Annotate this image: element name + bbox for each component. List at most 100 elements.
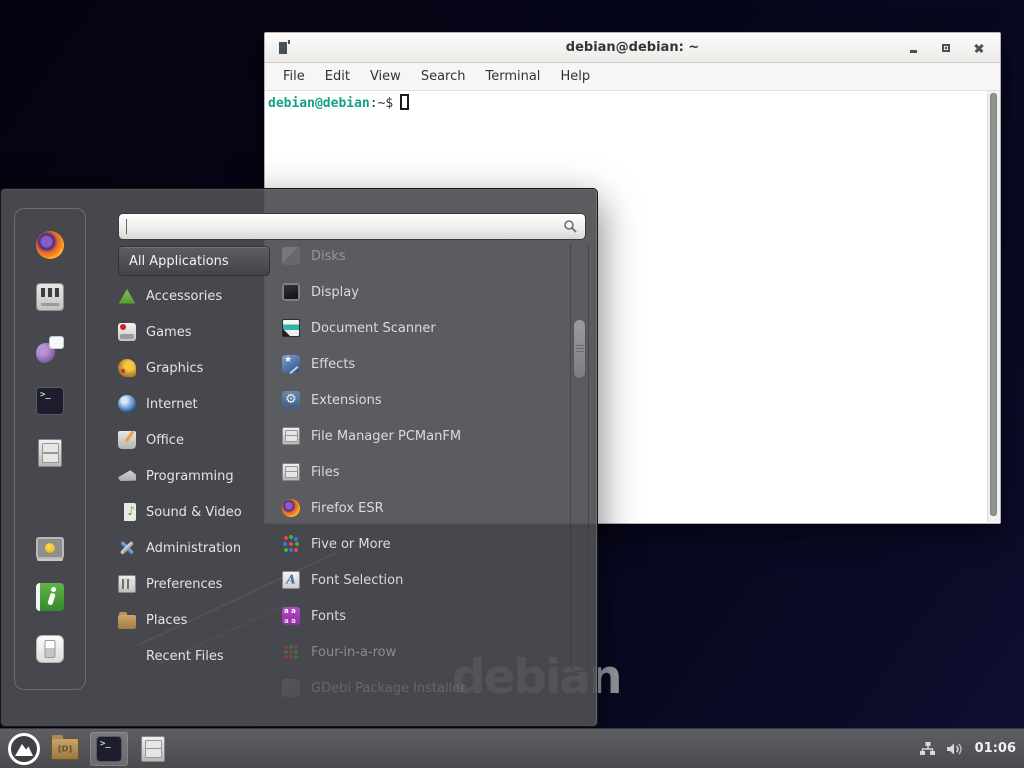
category-label: Games: [146, 325, 191, 340]
terminal-scrollbar-thumb[interactable]: [990, 93, 997, 516]
category-icon: [118, 395, 136, 413]
pidgin-favorite-icon[interactable]: [36, 335, 64, 363]
terminal-menu-item[interactable]: File: [273, 63, 315, 91]
network-icon[interactable]: [919, 741, 936, 757]
category-item[interactable]: Graphics: [118, 350, 270, 386]
app-icon: [282, 247, 300, 265]
category-label: Programming: [146, 469, 234, 484]
text-caret: [126, 219, 127, 234]
app-icon: [282, 391, 300, 409]
terminal-menu-item[interactable]: Terminal: [475, 63, 550, 91]
lock-screen-icon[interactable]: [36, 537, 64, 559]
category-item[interactable]: Recent Files: [118, 638, 270, 674]
app-label: Five or More: [311, 537, 391, 552]
category-icon: [118, 323, 136, 341]
all-applications-button[interactable]: All Applications: [118, 246, 270, 276]
app-item[interactable]: Four-in-a-row: [282, 634, 560, 670]
application-menu: All Applications Accessories Games Graph…: [0, 188, 598, 727]
category-item[interactable]: Programming: [118, 458, 270, 494]
category-icon: [118, 287, 136, 305]
app-item[interactable]: Document Scanner: [282, 310, 560, 346]
terminal-window-icon: [279, 42, 287, 54]
app-item[interactable]: GDebi Package Installer: [282, 670, 560, 706]
app-label: GDebi Package Installer: [311, 681, 466, 696]
volume-icon[interactable]: [946, 741, 965, 757]
terminal-menu-item[interactable]: Search: [411, 63, 476, 91]
app-icon: [282, 427, 300, 445]
app-item[interactable]: Five or More: [282, 526, 560, 562]
app-label: Four-in-a-row: [311, 645, 396, 660]
category-label: Internet: [146, 397, 198, 412]
terminal-launcher-icon[interactable]: [90, 732, 128, 766]
category-label: Places: [146, 613, 187, 628]
files-favorite-icon[interactable]: [38, 439, 62, 467]
app-label: Font Selection: [311, 573, 403, 588]
category-item[interactable]: Preferences: [118, 566, 270, 602]
menu-scrollbar-thumb[interactable]: [573, 319, 586, 379]
app-item[interactable]: Display: [282, 274, 560, 310]
terminal-titlebar[interactable]: debian@debian: ~: [265, 33, 1000, 63]
category-item[interactable]: Sound & Video: [118, 494, 270, 530]
app-label: Fonts: [311, 609, 346, 624]
app-item[interactable]: Effects: [282, 346, 560, 382]
app-icon: [282, 643, 300, 661]
app-icon: [282, 679, 300, 697]
application-list: Disks Display Document Scanner Effects E…: [282, 238, 560, 706]
category-icon: [118, 467, 136, 485]
shutdown-icon[interactable]: [36, 635, 64, 663]
search-icon: [563, 219, 578, 234]
category-label: Accessories: [146, 289, 222, 304]
category-item[interactable]: Games: [118, 314, 270, 350]
app-item[interactable]: Disks: [282, 238, 560, 274]
terminal-favorite-icon[interactable]: [36, 387, 64, 415]
category-label: Office: [146, 433, 184, 448]
minimize-icon[interactable]: [906, 41, 920, 55]
category-item[interactable]: Administration: [118, 530, 270, 566]
menu-logo-icon[interactable]: [8, 733, 40, 765]
app-item[interactable]: File Manager PCManFM: [282, 418, 560, 454]
shell-prompt: debian@debian:~$: [265, 91, 1000, 111]
app-item[interactable]: Firefox ESR: [282, 490, 560, 526]
app-label: Firefox ESR: [311, 501, 384, 516]
category-item[interactable]: Accessories: [118, 278, 270, 314]
category-label: Preferences: [146, 577, 222, 592]
app-label: Disks: [311, 249, 346, 264]
mixer-favorite-icon[interactable]: [36, 283, 64, 311]
app-item[interactable]: Files: [282, 454, 560, 490]
close-icon[interactable]: [972, 41, 986, 55]
firefox-favorite-icon[interactable]: [36, 231, 64, 259]
category-icon: [118, 615, 136, 629]
app-icon: [282, 355, 300, 373]
search-input[interactable]: [118, 213, 586, 240]
terminal-menu-item[interactable]: Help: [550, 63, 600, 91]
terminal-menu-item[interactable]: View: [360, 63, 411, 91]
maximize-icon[interactable]: [939, 41, 953, 55]
category-label: Recent Files: [146, 649, 224, 664]
logout-icon[interactable]: [36, 583, 64, 611]
app-item[interactable]: Font Selection: [282, 562, 560, 598]
taskbar: 01:06: [0, 728, 1024, 768]
app-icon: [282, 283, 300, 301]
app-item[interactable]: Extensions: [282, 382, 560, 418]
terminal-menubar: File Edit View Search Terminal Help: [265, 63, 1000, 91]
app-item[interactable]: Fonts: [282, 598, 560, 634]
app-icon: [282, 319, 300, 337]
category-label: Graphics: [146, 361, 203, 376]
app-icon: [282, 571, 300, 589]
app-icon: [282, 607, 300, 625]
category-item[interactable]: Office: [118, 422, 270, 458]
category-item[interactable]: Places: [118, 602, 270, 638]
favorites-sidebar: [14, 208, 86, 690]
clock[interactable]: 01:06: [975, 741, 1016, 756]
category-item[interactable]: Internet: [118, 386, 270, 422]
app-label: Document Scanner: [311, 321, 436, 336]
terminal-menu-item[interactable]: Edit: [315, 63, 360, 91]
folder-launcher-icon[interactable]: [50, 734, 80, 764]
app-label: File Manager PCManFM: [311, 429, 461, 444]
menu-scrollbar-track: [570, 244, 589, 672]
category-icon: [118, 575, 136, 593]
app-label: Files: [311, 465, 340, 480]
terminal-cursor: [400, 94, 409, 110]
files-launcher-icon[interactable]: [138, 734, 168, 764]
file-cabinet-icon: [141, 736, 165, 762]
